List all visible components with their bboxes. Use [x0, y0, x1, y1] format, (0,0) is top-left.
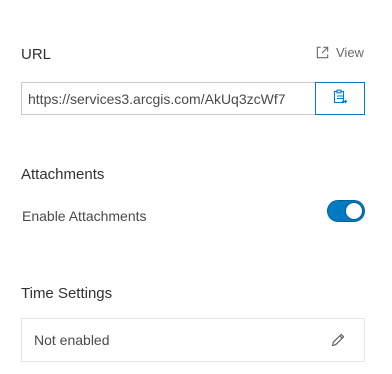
switch-knob	[345, 202, 363, 220]
enable-attachments-switch[interactable]	[327, 200, 365, 222]
time-settings-status: Not enabled	[34, 332, 110, 348]
edit-time-settings-button[interactable]	[327, 331, 349, 351]
time-settings-section-title: Time Settings	[21, 285, 113, 302]
pencil-icon	[330, 332, 346, 351]
enable-attachments-label: Enable Attachments	[22, 208, 147, 224]
copy-clipboard-icon	[332, 89, 348, 108]
url-section-title: URL	[21, 46, 52, 63]
copy-url-button[interactable]	[315, 82, 365, 115]
external-link-icon	[315, 45, 330, 60]
view-link[interactable]: View	[315, 45, 364, 60]
url-field[interactable]	[21, 82, 316, 115]
attachments-section-title: Attachments	[21, 166, 105, 183]
time-settings-card: Not enabled	[21, 318, 365, 362]
view-link-label: View	[336, 45, 364, 60]
